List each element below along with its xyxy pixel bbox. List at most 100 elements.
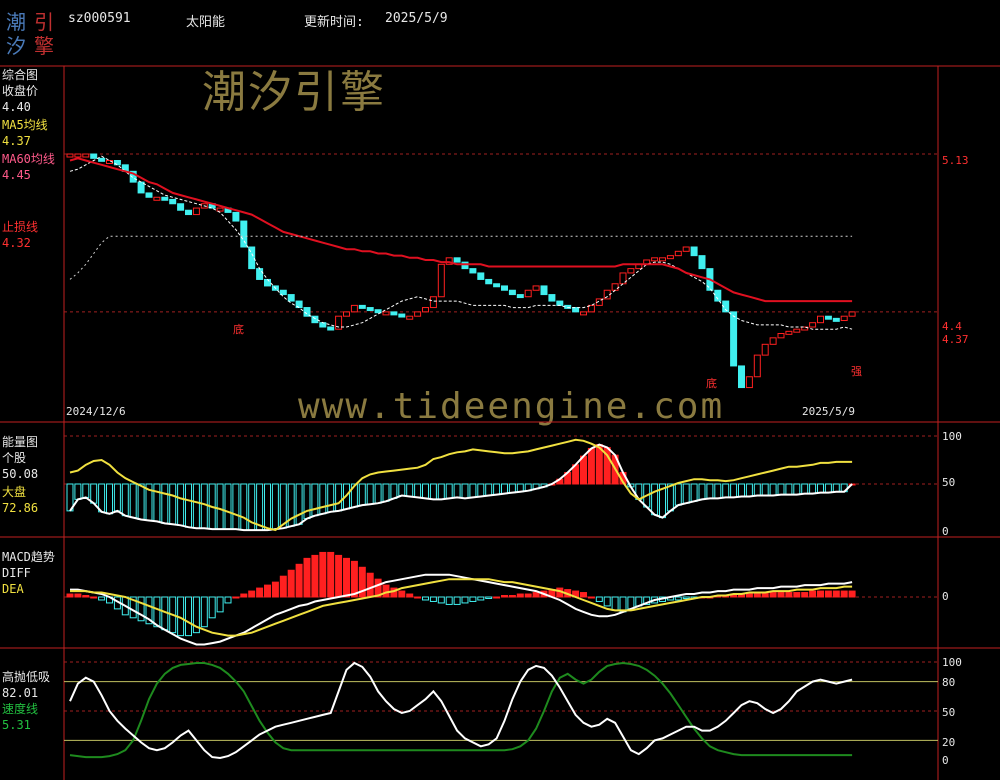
candle <box>730 311 738 367</box>
energy-bar <box>185 483 192 528</box>
energy-bar <box>264 483 271 531</box>
macd-bar <box>674 596 682 601</box>
macd-bar <box>745 593 753 598</box>
macd-bar <box>287 569 295 598</box>
macd-bar <box>398 590 406 598</box>
candle <box>666 255 674 260</box>
candle <box>437 263 445 298</box>
energy-bar <box>137 483 145 521</box>
candle <box>406 315 414 320</box>
candle <box>374 309 382 314</box>
energy-bar <box>200 483 208 529</box>
macd-bar <box>200 596 208 628</box>
macd-bar <box>611 596 619 611</box>
macd-bar <box>817 590 824 598</box>
energy-bar <box>501 483 508 495</box>
macd-bar <box>74 593 82 598</box>
energy-bar <box>358 483 366 506</box>
energy-bar <box>769 483 777 497</box>
energy-bar <box>690 483 698 502</box>
energy-bar <box>74 483 82 500</box>
macd-bar <box>516 593 524 598</box>
candle <box>327 326 335 331</box>
energy-bar <box>335 483 343 512</box>
macd-bar <box>801 592 809 598</box>
energy-bar <box>406 483 414 497</box>
candle <box>390 311 398 316</box>
candle <box>216 207 224 212</box>
macd-bar <box>532 592 540 598</box>
candle <box>366 307 374 312</box>
candle <box>169 198 177 205</box>
energy-bar <box>745 483 753 497</box>
energy-bar <box>121 483 129 517</box>
candle <box>508 289 516 296</box>
candle <box>477 272 485 280</box>
energy-bar <box>777 483 785 496</box>
candle <box>145 192 153 198</box>
macd-bar <box>493 596 501 599</box>
candle <box>738 365 745 389</box>
candle <box>414 311 422 317</box>
macd-bar <box>580 592 587 598</box>
energy-bar <box>240 483 248 531</box>
energy-bar <box>753 483 761 497</box>
macd-bar <box>137 596 145 622</box>
candle <box>319 322 327 328</box>
energy-bar <box>429 483 437 500</box>
macd-bar <box>382 584 390 598</box>
candle <box>422 307 429 313</box>
candle <box>358 304 366 309</box>
macd-bar <box>785 592 793 598</box>
macd-bar <box>153 596 161 628</box>
energy-bar <box>224 483 232 530</box>
energy-bar <box>256 483 264 531</box>
ma60-line <box>69 157 853 303</box>
energy-bar <box>414 483 422 498</box>
energy-bar <box>674 483 682 506</box>
energy-bar <box>216 483 224 530</box>
candle <box>611 283 619 291</box>
energy-bar <box>698 483 706 500</box>
energy-bar <box>587 447 595 485</box>
market-energy-line <box>69 438 853 532</box>
energy-bar <box>469 483 477 498</box>
candle <box>90 153 98 159</box>
macd-bar <box>840 590 848 598</box>
energy-bar <box>129 483 137 519</box>
candle <box>501 285 508 291</box>
macd-bar <box>477 596 485 601</box>
candle <box>832 317 840 322</box>
energy-bar <box>422 483 429 499</box>
macd-bar <box>98 596 106 601</box>
macd-bar <box>429 596 437 602</box>
energy-bar <box>730 483 738 498</box>
macd-bar <box>295 563 303 598</box>
macd-bar <box>90 596 98 599</box>
energy-bar <box>153 483 161 522</box>
energy-bar <box>738 483 745 497</box>
energy-bar <box>832 483 840 493</box>
candle <box>350 304 358 313</box>
candle <box>192 207 200 216</box>
macd-bar <box>248 590 256 598</box>
macd-bar <box>66 593 74 598</box>
candle <box>769 337 777 345</box>
candle <box>429 296 437 309</box>
candle <box>690 246 698 257</box>
diff-line <box>70 573 853 646</box>
macd-bar <box>832 590 840 598</box>
macd-bar <box>208 596 216 619</box>
candle <box>185 209 192 216</box>
macd-bar <box>587 596 595 599</box>
candle <box>256 268 264 280</box>
energy-bar <box>485 483 493 497</box>
candle <box>493 283 501 288</box>
chart-canvas <box>0 65 1000 780</box>
candle <box>651 257 659 262</box>
macd-bar <box>279 575 287 598</box>
macd-bar <box>185 596 192 637</box>
energy-bar <box>477 483 485 497</box>
energy-bar <box>232 483 240 530</box>
energy-bar <box>666 483 674 512</box>
